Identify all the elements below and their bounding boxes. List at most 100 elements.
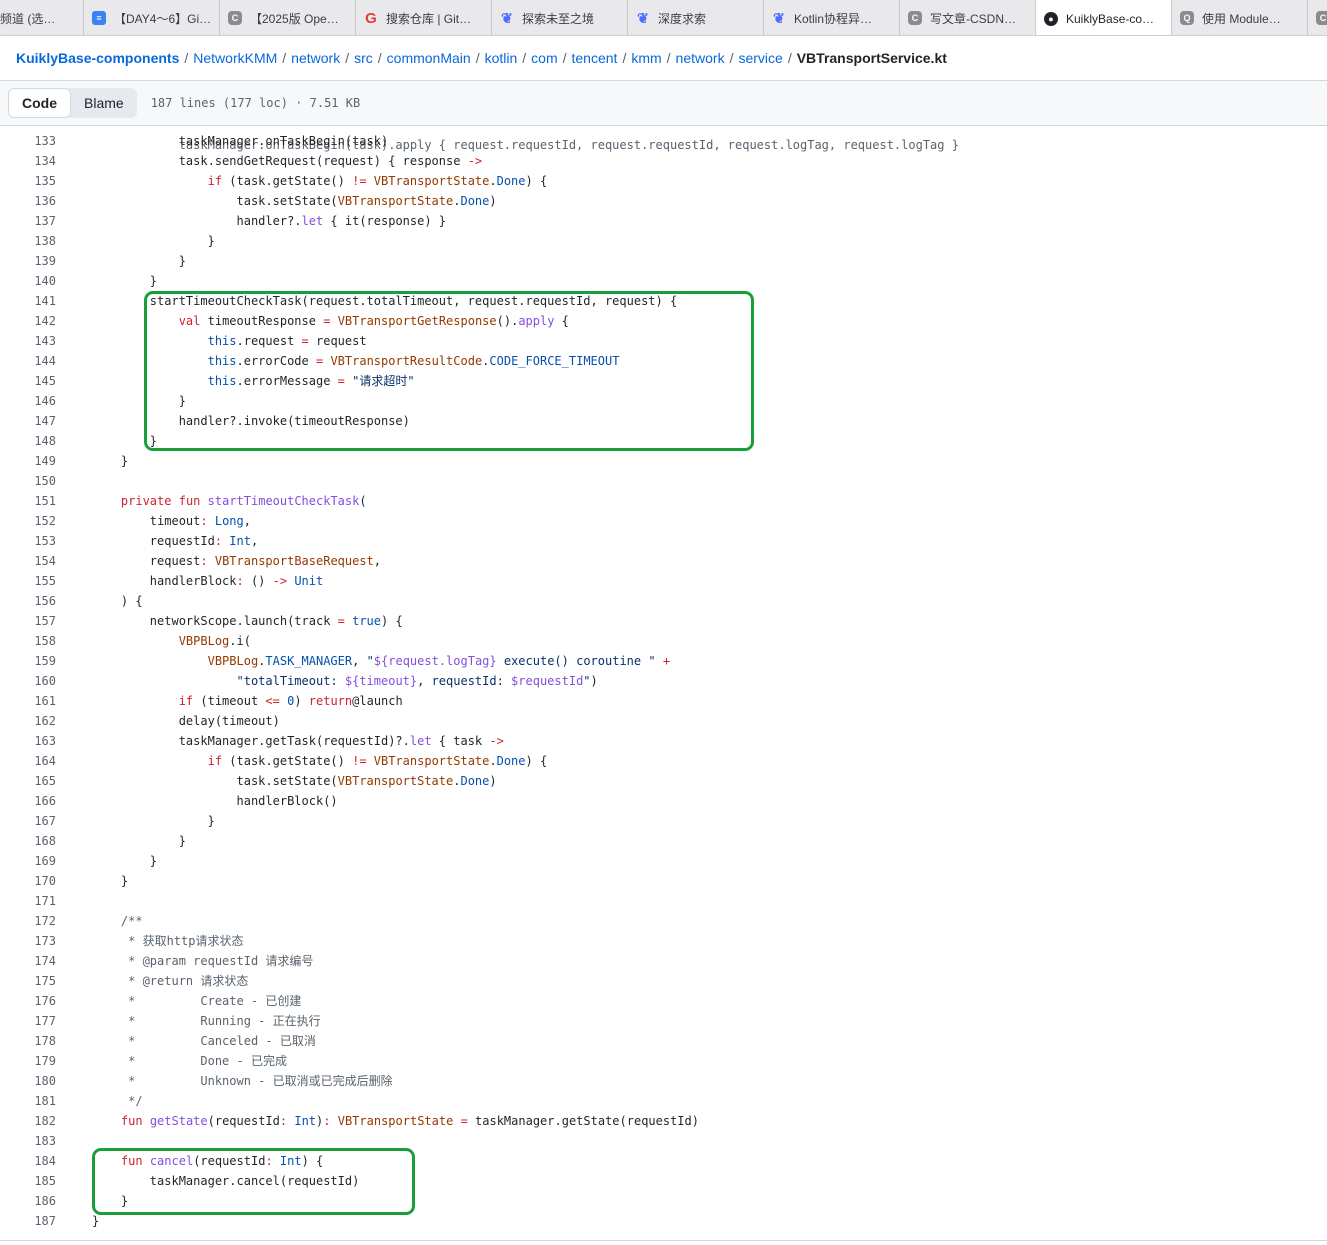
line-number[interactable]: 172 bbox=[0, 911, 56, 931]
breadcrumb-link[interactable]: tencent bbox=[572, 50, 618, 66]
line-number[interactable]: 137 bbox=[0, 211, 56, 231]
breadcrumb-link[interactable]: NetworkKMM bbox=[193, 50, 277, 66]
breadcrumb-separator: / bbox=[282, 50, 287, 66]
browser-tab[interactable]: ● KuiklyBase-co… bbox=[1036, 0, 1172, 35]
code-line: 139 } bbox=[0, 251, 1327, 271]
line-number[interactable]: 160 bbox=[0, 671, 56, 691]
code-text: VBPBLog.TASK_MANAGER, "${request.logTag}… bbox=[207, 654, 671, 668]
line-number[interactable]: 142 bbox=[0, 311, 56, 331]
line-number[interactable]: 149 bbox=[0, 451, 56, 471]
browser-tab[interactable]: ❦ Kotlin协程异… bbox=[764, 0, 900, 35]
line-number[interactable]: 169 bbox=[0, 851, 56, 871]
line-number[interactable]: 187 bbox=[0, 1211, 56, 1231]
line-number[interactable]: 180 bbox=[0, 1071, 56, 1091]
line-number[interactable]: 141 bbox=[0, 291, 56, 311]
line-number[interactable]: 164 bbox=[0, 751, 56, 771]
line-number[interactable]: 133 bbox=[0, 131, 56, 151]
google-icon: G bbox=[365, 9, 377, 27]
line-number[interactable]: 163 bbox=[0, 731, 56, 751]
code-line: 146 } bbox=[0, 391, 1327, 411]
line-number[interactable]: 156 bbox=[0, 591, 56, 611]
browser-tab[interactable]: Q 使用 Module… bbox=[1172, 0, 1308, 35]
line-number[interactable]: 158 bbox=[0, 631, 56, 651]
line-number[interactable]: 159 bbox=[0, 651, 56, 671]
line-number[interactable]: 157 bbox=[0, 611, 56, 631]
line-number[interactable]: 154 bbox=[0, 551, 56, 571]
line-number[interactable]: 151 bbox=[0, 491, 56, 511]
browser-tab[interactable]: ❦ 深度求索 bbox=[628, 0, 764, 35]
line-number[interactable]: 165 bbox=[0, 771, 56, 791]
code-line: 168 } bbox=[0, 831, 1327, 851]
line-number[interactable]: 167 bbox=[0, 811, 56, 831]
line-number[interactable]: 155 bbox=[0, 571, 56, 591]
line-number[interactable]: 174 bbox=[0, 951, 56, 971]
line-number[interactable]: 140 bbox=[0, 271, 56, 291]
line-number[interactable]: 181 bbox=[0, 1091, 56, 1111]
line-number[interactable]: 161 bbox=[0, 691, 56, 711]
line-number[interactable]: 176 bbox=[0, 991, 56, 1011]
line-number[interactable]: 148 bbox=[0, 431, 56, 451]
code-viewer-bottom-border bbox=[0, 1240, 1327, 1245]
breadcrumb-link[interactable]: src bbox=[354, 50, 373, 66]
line-number[interactable]: 153 bbox=[0, 531, 56, 551]
line-number[interactable]: 179 bbox=[0, 1051, 56, 1071]
code-text: ) { bbox=[92, 594, 143, 608]
line-number[interactable]: 162 bbox=[0, 711, 56, 731]
breadcrumb-link[interactable]: network bbox=[291, 50, 340, 66]
browser-tab[interactable]: C 写文章-CSDN… bbox=[900, 0, 1036, 35]
code-line: 160 "totalTimeout: ${timeout}, requestId… bbox=[0, 671, 1327, 691]
line-number[interactable]: 145 bbox=[0, 371, 56, 391]
code-text: this.errorMessage = "请求超时" bbox=[207, 374, 415, 388]
line-number[interactable]: 184 bbox=[0, 1151, 56, 1171]
browser-tab[interactable]: ≡ 【DAY4～6】Gi… bbox=[84, 0, 220, 35]
browser-tab[interactable]: ❦ 探索未至之境 bbox=[492, 0, 628, 35]
breadcrumb-link[interactable]: service bbox=[738, 50, 782, 66]
line-number[interactable]: 139 bbox=[0, 251, 56, 271]
line-number[interactable]: 182 bbox=[0, 1111, 56, 1131]
line-number[interactable]: 177 bbox=[0, 1011, 56, 1031]
browser-tab[interactable]: C 【2025版 Ope… bbox=[220, 0, 356, 35]
line-number[interactable]: 138 bbox=[0, 231, 56, 251]
code-line: 156 ) { bbox=[0, 591, 1327, 611]
line-number[interactable]: 168 bbox=[0, 831, 56, 851]
code-text: * Running - 正在执行 bbox=[120, 1014, 321, 1028]
code-text: timeout: Long, bbox=[92, 514, 251, 528]
code-view-button[interactable]: Code bbox=[8, 88, 71, 118]
line-number[interactable]: 147 bbox=[0, 411, 56, 431]
breadcrumb-link[interactable]: kotlin bbox=[485, 50, 518, 66]
breadcrumb-link[interactable]: network bbox=[676, 50, 725, 66]
code-line: 170 } bbox=[0, 871, 1327, 891]
code-text: } bbox=[92, 274, 158, 288]
line-number[interactable]: 136 bbox=[0, 191, 56, 211]
line-number[interactable]: 166 bbox=[0, 791, 56, 811]
line-number[interactable]: 183 bbox=[0, 1131, 56, 1151]
blame-view-button[interactable]: Blame bbox=[71, 88, 137, 118]
line-number[interactable]: 143 bbox=[0, 331, 56, 351]
breadcrumb-link[interactable]: com bbox=[531, 50, 557, 66]
line-number[interactable]: 150 bbox=[0, 471, 56, 491]
code-line: 183 bbox=[0, 1131, 1327, 1151]
browser-tab[interactable]: G 搜索仓库 | Git… bbox=[356, 0, 492, 35]
line-number[interactable]: 175 bbox=[0, 971, 56, 991]
view-mode-switch: Code Blame bbox=[8, 88, 137, 118]
line-number[interactable]: 144 bbox=[0, 351, 56, 371]
code-line: 158 VBPBLog.i( bbox=[0, 631, 1327, 651]
breadcrumb-repo-link[interactable]: KuiklyBase-components bbox=[16, 50, 179, 66]
code-viewer[interactable]: taskManager.onTaskBegin(task).apply { re… bbox=[0, 126, 1327, 1240]
line-number[interactable]: 146 bbox=[0, 391, 56, 411]
line-number[interactable]: 178 bbox=[0, 1031, 56, 1051]
line-number[interactable]: 135 bbox=[0, 171, 56, 191]
line-number[interactable]: 185 bbox=[0, 1171, 56, 1191]
browser-tab[interactable]: 频道 (选… bbox=[0, 0, 84, 35]
line-number[interactable]: 186 bbox=[0, 1191, 56, 1211]
line-number[interactable]: 173 bbox=[0, 931, 56, 951]
line-number[interactable]: 152 bbox=[0, 511, 56, 531]
breadcrumb-link[interactable]: kmm bbox=[631, 50, 661, 66]
line-number[interactable]: 171 bbox=[0, 891, 56, 911]
breadcrumb-separator: / bbox=[666, 50, 671, 66]
breadcrumb-link[interactable]: commonMain bbox=[387, 50, 471, 66]
line-number[interactable]: 134 bbox=[0, 151, 56, 171]
browser-tab[interactable]: C bbox=[1308, 0, 1327, 35]
line-number[interactable]: 170 bbox=[0, 871, 56, 891]
code-text: if (timeout <= 0) return@launch bbox=[178, 694, 403, 708]
